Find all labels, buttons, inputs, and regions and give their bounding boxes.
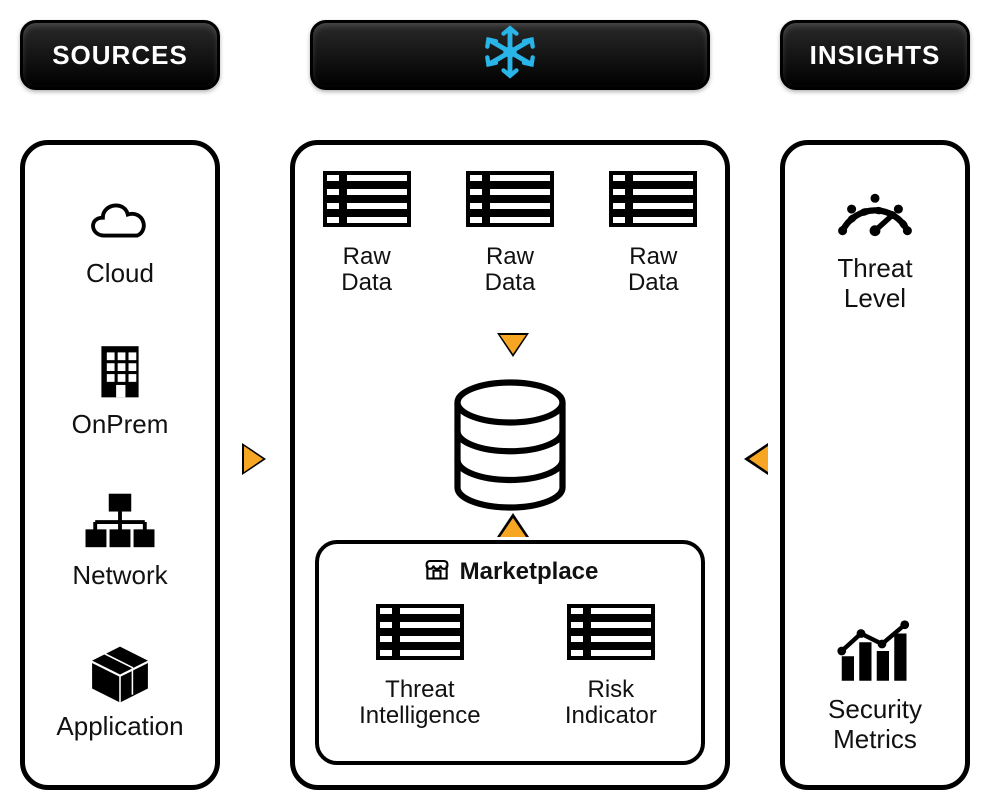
header-sources-label: SOURCES [52,40,188,71]
marketplace-box: Marketplace Threat Intelligence [315,540,705,765]
source-cloud: Cloud [81,189,159,289]
rawdata-row: Raw Data Raw Data [295,165,725,297]
source-network: Network [72,491,167,591]
table-icon [603,165,703,240]
marketplace-risk-indicator-label: Risk Indicator [565,677,657,730]
marketplace-title: Marketplace [319,554,701,589]
header-sources: SOURCES [20,20,220,90]
insight-threat-level-label: Threat Level [837,254,912,314]
database [295,375,725,530]
database-icon [435,375,585,530]
rawdata-item-1: Raw Data [317,165,417,297]
marketplace-risk-indicator: Risk Indicator [561,598,661,730]
center-panel: Raw Data Raw Data [290,140,730,790]
source-onprem: OnPrem [72,340,169,440]
header-center-brand [310,20,710,90]
chart-icon [830,616,920,691]
rawdata-label-3: Raw Data [628,244,679,297]
rawdata-label-1: Raw Data [341,244,392,297]
building-icon [81,340,159,407]
marketplace-title-text: Marketplace [460,558,599,586]
source-application: Application [56,642,183,742]
insight-security-metrics-label: Security Metrics [828,695,922,755]
source-cloud-label: Cloud [86,258,154,289]
package-icon [81,642,159,709]
marketplace-threat-intel-label: Threat Intelligence [359,677,480,730]
table-icon [317,165,417,240]
store-icon [422,554,460,589]
rawdata-item-2: Raw Data [460,165,560,297]
snowflake-icon [483,25,537,86]
source-onprem-label: OnPrem [72,409,169,440]
insight-security-metrics: Security Metrics [828,616,922,755]
cloud-icon [81,189,159,256]
source-network-label: Network [72,560,167,591]
insight-threat-level: Threat Level [830,175,920,314]
header-insights: INSIGHTS [780,20,970,90]
insights-panel: Threat Level Secur [780,140,970,790]
rawdata-label-2: Raw Data [485,244,536,297]
gauge-icon [830,175,920,250]
sources-panel: Cloud OnPrem [20,140,220,790]
source-application-label: Application [56,711,183,742]
table-icon [460,165,560,240]
rawdata-item-3: Raw Data [603,165,703,297]
header-insights-label: INSIGHTS [810,40,941,71]
marketplace-threat-intel: Threat Intelligence [359,598,480,730]
network-icon [81,491,159,558]
table-icon [561,598,661,673]
table-icon [370,598,470,673]
